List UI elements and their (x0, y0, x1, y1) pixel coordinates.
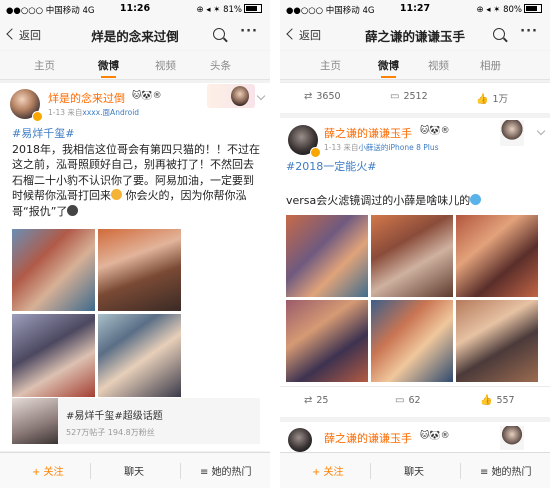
more-icon[interactable]: ··· (240, 24, 258, 39)
chat-button[interactable]: 聊天 (404, 463, 424, 478)
post-photo[interactable] (456, 300, 538, 382)
post-photo[interactable] (371, 300, 453, 382)
page-title: 烊是的念来过倒 (91, 29, 179, 44)
like-button[interactable]: 👍 1万 (476, 91, 508, 105)
post-card: 烊是的念来过倒 🐱🐼® 1-13 来自xxxx.面Android #易烊千玺# … (0, 83, 270, 451)
card-banner (500, 120, 524, 146)
verified-badge-icon (32, 111, 43, 122)
tab-video[interactable]: 视频 (155, 58, 176, 73)
post-photo[interactable] (371, 215, 453, 297)
repost-button[interactable]: ⇄ 3650 (304, 91, 341, 102)
comment-icon: ▭ (395, 395, 405, 406)
smile-emoji-icon (470, 194, 482, 205)
post-photo[interactable] (98, 229, 181, 311)
post-photo[interactable] (286, 215, 368, 297)
nav-bar: 返回 薛之谦的谦谦玉手 ··· (280, 20, 550, 50)
battery-icon (244, 4, 262, 13)
battery-status: ⊕ ◂ ✶ 80% (476, 4, 542, 15)
hot-posts-button[interactable]: ≡ 她的热门 (480, 463, 532, 478)
chat-button[interactable]: 聊天 (124, 463, 144, 478)
dark-emoji-icon (67, 204, 79, 216)
bottom-bar: + 关注 聊天 ≡ 她的热门 (280, 452, 550, 488)
topic-thumbnail (12, 398, 58, 444)
post-card: 薛之谦的谦谦玉手 🐱🐼® 1-13 来自小薛送的iPhone 8 Plus #2… (280, 118, 550, 416)
topic-stats: 527万帖子 194.8万粉丝 (66, 428, 155, 437)
user-badges: 🐱🐼® (132, 91, 162, 101)
topic-title: #易烊千玺#超级话题 (66, 411, 163, 422)
tab-home[interactable]: 主页 (34, 58, 55, 73)
profile-tabs: 主页 微博 视频 相册 (280, 51, 550, 80)
post-text: versa会火滤镜调过的小薛是啥味儿的 (286, 193, 544, 209)
card-banner (207, 84, 255, 108)
post-username[interactable]: 烊是的念来过倒 (48, 90, 125, 106)
search-icon[interactable] (493, 28, 505, 40)
hashtag-link[interactable]: #易烊千玺# (12, 127, 74, 140)
avatar[interactable] (288, 428, 312, 452)
hashtag-link[interactable]: #2018一定能火# (286, 160, 376, 173)
tab-weibo[interactable]: 微博 (98, 58, 119, 78)
tab-home[interactable]: 主页 (320, 58, 341, 73)
verified-badge-icon (310, 147, 321, 158)
post-photo[interactable] (98, 314, 181, 397)
status-bar: ●●○○○ 中国移动 4G 11:27 ⊕ ◂ ✶ 80% (280, 0, 550, 20)
tab-video[interactable]: 视频 (428, 58, 449, 73)
profile-screen-right: ●●○○○ 中国移动 4G 11:27 ⊕ ◂ ✶ 80% 返回 薛之谦的谦谦玉… (280, 0, 550, 488)
profile-screen-left: ●●○○○ 中国移动 4G 11:26 ⊕ ◂ ✶ 81% 返回 烊是的念来过倒… (0, 0, 270, 488)
topic-card[interactable]: #易烊千玺#超级话题 527万帖子 194.8万粉丝 (12, 398, 260, 444)
user-badges: 🐱🐼® (420, 431, 450, 441)
post-text: #易烊千玺# 2018年，我相信这位哥会有第四只猫的！！不过在这之前，泓哥照顾好… (12, 127, 260, 218)
battery-text: ⊕ ◂ ✶ 81% (196, 5, 242, 15)
page-title: 薛之谦的谦谦玉手 (364, 29, 465, 44)
post-photo[interactable] (286, 300, 368, 382)
search-icon[interactable] (213, 28, 225, 40)
comment-icon: ▭ (390, 91, 400, 102)
chevron-down-icon[interactable] (256, 91, 266, 101)
like-icon: 👍 (480, 395, 493, 406)
hot-posts-button[interactable]: ≡ 她的热门 (200, 463, 252, 478)
sun-emoji-icon (111, 189, 122, 200)
prev-post-actions: ⇄ 3650 ▭ 2512 👍 1万 (280, 82, 550, 113)
battery-text: ⊕ ◂ ✶ 80% (476, 5, 522, 15)
like-icon: 👍 (476, 94, 489, 105)
post-photo[interactable] (456, 215, 538, 297)
post-meta: 1-13 来自xxxx.面Android (48, 108, 140, 117)
next-post-card: 薛之谦的谦谦玉手 🐱🐼® (280, 422, 550, 452)
follow-button[interactable]: + 关注 (32, 463, 64, 478)
profile-tabs: 主页 微博 视频 头条 (0, 51, 270, 80)
comment-button[interactable]: ▭ 62 (395, 395, 421, 406)
tab-weibo[interactable]: 微博 (378, 58, 399, 78)
user-badges: 🐱🐼® (420, 126, 450, 136)
repost-button[interactable]: ⇄ 25 (304, 395, 328, 406)
menu-icon: ≡ (480, 467, 492, 478)
post-meta: 1-13 来自小薛送的iPhone 8 Plus (324, 143, 439, 152)
post-photo[interactable] (12, 229, 95, 311)
post-text: #2018一定能火# (286, 159, 544, 175)
tab-album[interactable]: 相册 (480, 58, 501, 73)
menu-icon: ≡ (200, 467, 212, 478)
card-banner (500, 426, 524, 450)
post-actions: ⇄ 25 ▭ 62 👍 557 (280, 386, 550, 417)
comment-button[interactable]: ▭ 2512 (390, 91, 428, 102)
status-bar: ●●○○○ 中国移动 4G 11:26 ⊕ ◂ ✶ 81% (0, 0, 270, 20)
post-username[interactable]: 薛之谦的谦谦玉手 (324, 125, 412, 141)
repost-icon: ⇄ (304, 91, 313, 102)
battery-status: ⊕ ◂ ✶ 81% (196, 4, 262, 15)
follow-button[interactable]: + 关注 (312, 463, 344, 478)
nav-bar: 返回 烊是的念来过倒 ··· (0, 20, 270, 50)
bottom-bar: + 关注 聊天 ≡ 她的热门 (0, 452, 270, 488)
battery-icon (524, 4, 542, 13)
tab-headlines[interactable]: 头条 (210, 58, 231, 73)
post-username[interactable]: 薛之谦的谦谦玉手 (324, 430, 412, 446)
repost-icon: ⇄ (304, 395, 313, 406)
like-button[interactable]: 👍 557 (480, 395, 515, 406)
more-icon[interactable]: ··· (520, 24, 538, 39)
chevron-down-icon[interactable] (536, 126, 546, 136)
post-photo[interactable] (12, 314, 95, 397)
